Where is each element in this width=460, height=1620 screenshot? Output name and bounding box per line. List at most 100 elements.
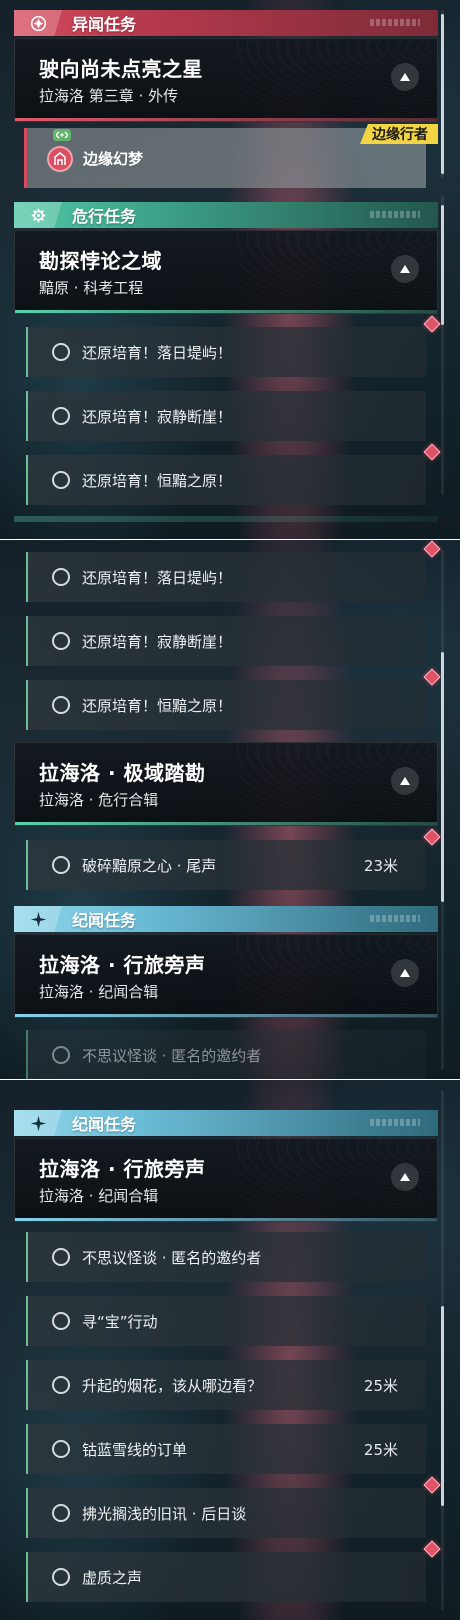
quest-title: 拉海洛 · 行旅旁声	[39, 953, 206, 977]
task-label: 还原培育！落日堤屿！	[82, 568, 233, 587]
collapse-button[interactable]	[391, 767, 419, 795]
task-item[interactable]: 还原培育！恒黯之原！	[26, 668, 441, 730]
quest-subtitle: 拉海洛 · 纪闻合辑	[39, 1187, 159, 1205]
category-title: 危行任务	[72, 207, 137, 226]
quest-card-danger[interactable]: 勘探悖论之域 黯原 · 科考工程	[14, 230, 438, 314]
diamond-marker-icon	[423, 668, 441, 686]
diamond-marker-icon	[423, 1540, 441, 1558]
quest-subtitle: 拉海洛 · 纪闻合辑	[39, 983, 159, 1001]
collapse-button[interactable]	[391, 255, 419, 283]
circle-outline-icon	[52, 1568, 70, 1586]
side-quest-label: 边缘幻梦	[83, 150, 144, 168]
triangle-up-icon	[400, 1173, 410, 1181]
task-item[interactable]: 升起的烟花，该从哪边看？ 25米	[26, 1360, 426, 1410]
star-emblem-icon	[14, 10, 62, 36]
task-label: 升起的烟花，该从哪边看？	[82, 1376, 263, 1395]
quest-title: 拉海洛 · 极域踏勘	[39, 761, 206, 785]
task-item[interactable]: 还原培育！落日堤屿！	[26, 315, 441, 377]
circle-outline-icon	[52, 471, 70, 489]
card-accent-bar	[15, 822, 437, 825]
task-item[interactable]: 寻“宝”行动	[26, 1296, 426, 1346]
collapse-button[interactable]	[391, 63, 419, 91]
task-item[interactable]: 还原培育！寂静断崖！	[26, 616, 426, 666]
category-title: 纪闻任务	[72, 1115, 137, 1134]
scrollbar[interactable]	[441, 205, 444, 325]
screenshot-panel-1: 异闻任务 驶向尚未点亮之星 拉海洛 第三章 · 外传 边缘幻梦 边缘行者 危行任…	[0, 0, 460, 540]
quest-subtitle: 拉海洛 · 危行合辑	[39, 791, 159, 809]
triangle-up-icon	[400, 969, 410, 977]
category-title: 纪闻任务	[72, 911, 137, 930]
scrollbar[interactable]	[441, 652, 444, 902]
card-accent-bar	[15, 1218, 437, 1221]
task-item[interactable]: 还原培育！恒黯之原！	[26, 443, 441, 505]
screenshot-panel-3: 纪闻任务 拉海洛 · 行旅旁声 拉海洛 · 纪闻合辑 不思议怪谈 · 匿名的邀约…	[0, 1080, 460, 1620]
quest-card-strange[interactable]: 驶向尚未点亮之星 拉海洛 第三章 · 外传	[14, 38, 438, 122]
dream-mask-icon	[47, 146, 73, 172]
task-item[interactable]: 钴蓝雪线的订单 25米	[26, 1424, 426, 1474]
circle-outline-icon	[52, 1248, 70, 1266]
task-item[interactable]: 拂光搁浅的旧讯 · 后日谈	[26, 1476, 441, 1538]
sparkle-icon	[14, 1110, 62, 1136]
task-item[interactable]: 还原培育！寂静断崖！	[26, 391, 426, 441]
diamond-marker-icon	[423, 828, 441, 846]
category-header-chronicle[interactable]: 纪闻任务	[14, 906, 438, 932]
card-accent-bar	[15, 118, 437, 121]
task-label: 还原培育！落日堤屿！	[82, 343, 233, 362]
task-item[interactable]: 破碎黯原之心 · 尾声 23米	[26, 828, 441, 890]
quest-subtitle: 拉海洛 第三章 · 外传	[39, 87, 179, 105]
task-label: 还原培育！寂静断崖！	[82, 407, 233, 426]
task-label: 还原培育！恒黯之原！	[82, 471, 233, 490]
circle-outline-icon	[52, 568, 70, 586]
quest-subtitle: 黯原 · 科考工程	[39, 279, 144, 297]
edgerunner-badge: 边缘行者	[360, 124, 438, 144]
quest-card-travel-voices[interactable]: 拉海洛 · 行旅旁声 拉海洛 · 纪闻合辑	[14, 1138, 438, 1222]
circle-outline-icon	[52, 1312, 70, 1330]
circle-outline-icon	[52, 407, 70, 425]
scrollbar[interactable]	[441, 1306, 444, 1506]
gear-hazard-icon	[14, 202, 62, 228]
task-label: 不思议怪谈 · 匿名的邀约者	[82, 1046, 262, 1065]
category-header-strange[interactable]: 异闻任务	[14, 10, 438, 36]
circle-outline-icon	[52, 632, 70, 650]
diamond-marker-icon	[423, 443, 441, 461]
category-header-chronicle[interactable]: 纪闻任务	[14, 1110, 438, 1136]
quest-title: 拉海洛 · 行旅旁声	[39, 1157, 206, 1181]
circle-outline-icon	[52, 1440, 70, 1458]
task-label: 虚质之声	[82, 1568, 143, 1587]
quest-card-polar-survey[interactable]: 拉海洛 · 极域踏勘 拉海洛 · 危行合辑	[14, 742, 438, 826]
quest-card-travel-voices[interactable]: 拉海洛 · 行旅旁声 拉海洛 · 纪闻合辑	[14, 934, 438, 1018]
task-item[interactable]: 虚质之声	[26, 1540, 441, 1602]
sparkle-icon	[14, 906, 62, 932]
quest-log: 异闻任务 驶向尚未点亮之星 拉海洛 第三章 · 外传 边缘幻梦 边缘行者 危行任…	[0, 0, 460, 1620]
diamond-marker-icon	[423, 1476, 441, 1494]
triangle-up-icon	[400, 73, 410, 81]
task-item[interactable]: 不思议怪谈 · 匿名的邀约者	[26, 1232, 426, 1282]
task-label: 拂光搁浅的旧讯 · 后日谈	[82, 1504, 247, 1523]
triangle-up-icon	[400, 265, 410, 273]
task-item[interactable]: 还原培育！落日堤屿！	[26, 540, 441, 602]
header-decoration	[370, 915, 420, 922]
header-decoration	[370, 19, 420, 26]
task-label: 寻“宝”行动	[82, 1312, 158, 1331]
task-distance: 25米	[363, 1441, 398, 1459]
collapse-button[interactable]	[391, 959, 419, 987]
scrollbar[interactable]	[441, 14, 444, 174]
loop-tag-icon	[53, 129, 71, 141]
circle-outline-icon	[52, 1504, 70, 1522]
task-item[interactable]: 不思议怪谈 · 匿名的邀约者	[26, 1030, 426, 1080]
circle-outline-icon	[52, 343, 70, 361]
diamond-marker-icon	[423, 540, 441, 558]
task-label: 还原培育！恒黯之原！	[82, 696, 233, 715]
next-card-edge	[14, 516, 438, 522]
task-label: 破碎黯原之心 · 尾声	[82, 856, 217, 875]
category-header-danger[interactable]: 危行任务	[14, 202, 438, 228]
quest-title: 勘探悖论之域	[39, 249, 162, 273]
card-accent-bar	[15, 1014, 437, 1017]
circle-outline-icon	[52, 1046, 70, 1064]
header-decoration	[370, 1119, 420, 1126]
collapse-button[interactable]	[391, 1163, 419, 1191]
screenshot-panel-2: 还原培育！落日堤屿！ 还原培育！寂静断崖！ 还原培育！恒黯之原！ 拉海洛 · 极…	[0, 540, 460, 1080]
side-quest-item[interactable]: 边缘幻梦 边缘行者	[24, 124, 438, 188]
triangle-up-icon	[400, 777, 410, 785]
quest-title: 驶向尚未点亮之星	[39, 57, 203, 81]
